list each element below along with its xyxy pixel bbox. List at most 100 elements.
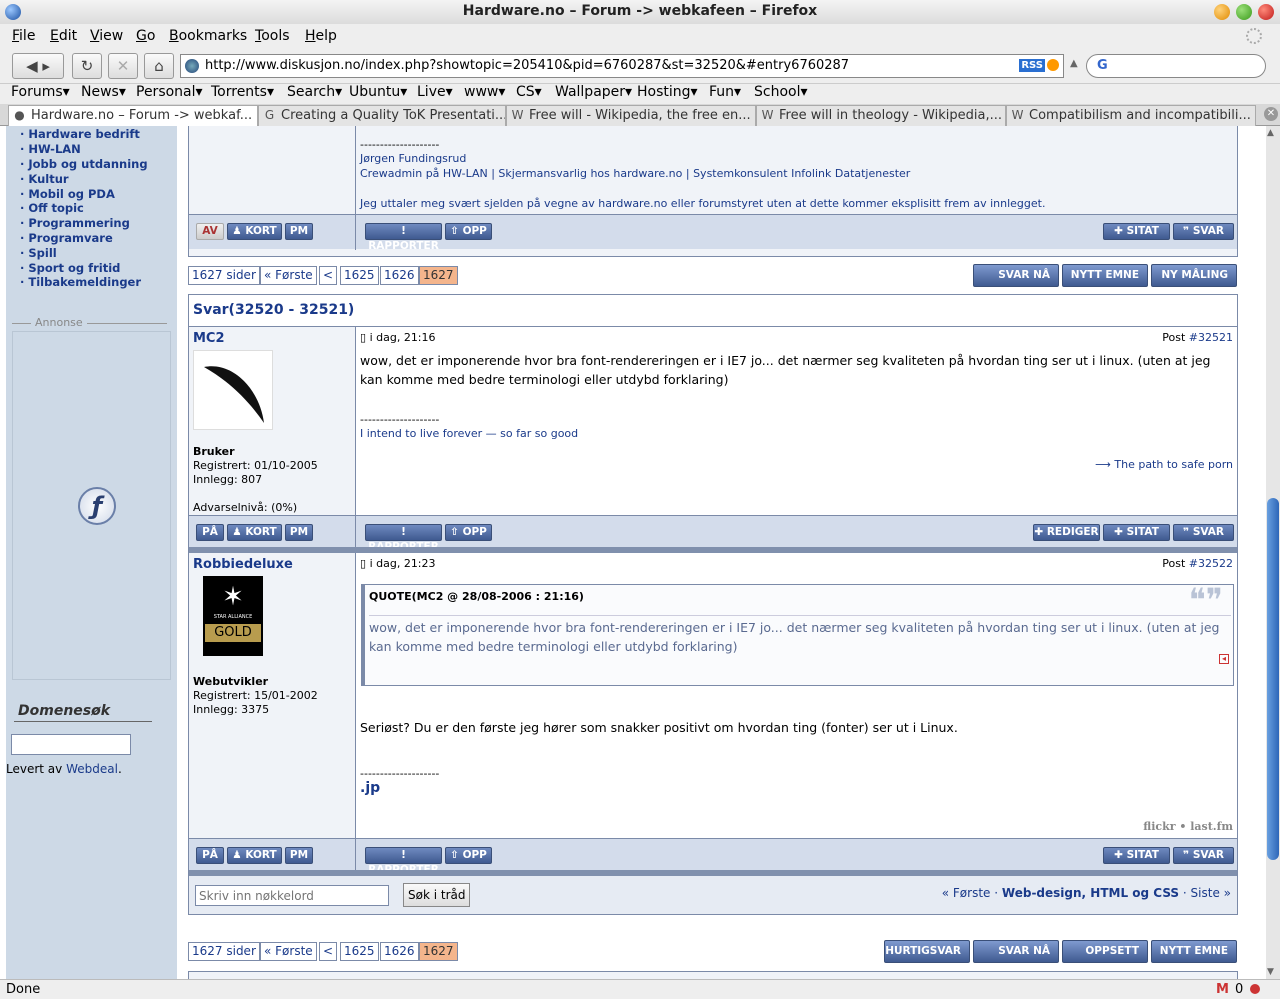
bookmark-school[interactable]: School▾ bbox=[754, 84, 808, 100]
profile-card-button[interactable]: ♟ KORT bbox=[227, 847, 282, 864]
post1-author[interactable]: MC2 bbox=[193, 331, 225, 346]
reload-button[interactable]: ↻ bbox=[72, 53, 102, 79]
sidebar-item-off-topic[interactable]: · Off topic bbox=[20, 201, 84, 215]
new-poll-button[interactable]: NY MÅLING bbox=[1151, 264, 1237, 287]
pager-prev[interactable]: < bbox=[319, 266, 338, 285]
gmail-icon[interactable]: M bbox=[1216, 980, 1229, 999]
post2-flickr-lastfm[interactable]: flickr • last.fm bbox=[1143, 820, 1233, 833]
minimize-button[interactable] bbox=[1214, 4, 1230, 20]
reply-button[interactable]: ❞ SVAR bbox=[1173, 524, 1234, 541]
pager-1626[interactable]: 1626 bbox=[380, 942, 419, 961]
sidebar-item-hardware-bedrift[interactable]: · Hardware bedrift bbox=[20, 127, 140, 141]
bookmark-live[interactable]: Live▾ bbox=[417, 84, 453, 100]
sidebar-item-kultur[interactable]: · Kultur bbox=[20, 172, 69, 186]
pm-button[interactable]: PM bbox=[285, 524, 313, 541]
bookmark-personal[interactable]: Personal▾ bbox=[136, 84, 203, 100]
post2-signature[interactable]: .jp bbox=[360, 780, 380, 796]
pager-1626[interactable]: 1626 bbox=[380, 266, 419, 285]
menu-go[interactable]: Go bbox=[136, 28, 155, 44]
scroll-thumb[interactable] bbox=[1267, 498, 1279, 860]
quote-button[interactable]: ✚ SITAT bbox=[1103, 524, 1170, 541]
menu-edit[interactable]: Edit bbox=[50, 28, 77, 44]
pager-first[interactable]: « Første bbox=[260, 266, 317, 285]
menu-view[interactable]: View bbox=[90, 28, 123, 44]
post1-link[interactable]: ⟶ The path to safe porn bbox=[1095, 458, 1233, 471]
pager-1625[interactable]: 1625 bbox=[340, 942, 379, 961]
profile-card-button[interactable]: ♟ KORT bbox=[227, 524, 282, 541]
post1-permalink[interactable]: #32521 bbox=[1189, 331, 1233, 344]
page-scrollbar[interactable]: ▲ ▼ bbox=[1266, 126, 1280, 979]
reply-now-button[interactable]: SVAR NÅ bbox=[973, 940, 1059, 963]
sidebar-item-programmering[interactable]: · Programmering bbox=[20, 216, 130, 230]
reply-button[interactable]: ❞ SVAR bbox=[1173, 847, 1234, 864]
pager-1625[interactable]: 1625 bbox=[340, 266, 379, 285]
forum-link[interactable]: Web-design, HTML og CSS bbox=[1002, 886, 1179, 900]
sidebar-item-sport[interactable]: · Sport og fritid bbox=[20, 261, 120, 275]
search-input[interactable]: G bbox=[1086, 54, 1266, 78]
bookmark-cs[interactable]: CS▾ bbox=[516, 84, 542, 100]
menu-help[interactable]: Help bbox=[305, 28, 337, 44]
nav-first-link[interactable]: « Første bbox=[942, 886, 991, 900]
scroll-up-icon[interactable]: ▲ bbox=[1267, 128, 1274, 138]
edit-button[interactable]: ✚ REDIGER bbox=[1033, 524, 1100, 541]
menu-file[interactable]: File bbox=[12, 28, 35, 44]
bookmark-wallpaper[interactable]: Wallpaper▾ bbox=[555, 84, 632, 100]
bookmark-news[interactable]: News▾ bbox=[81, 84, 126, 100]
new-topic-button[interactable]: NYTT EMNE bbox=[1151, 940, 1237, 963]
sidebar-item-hw-lan[interactable]: · HW-LAN bbox=[20, 142, 81, 156]
quote-button[interactable]: ✚ SITAT bbox=[1103, 847, 1170, 864]
bookmark-ubuntu[interactable]: Ubuntu▾ bbox=[349, 84, 407, 100]
bookmark-fun[interactable]: Fun▾ bbox=[709, 84, 741, 100]
post2-author[interactable]: Robbiedeluxe bbox=[193, 557, 293, 572]
report-button[interactable]: ! RAPPORTER bbox=[365, 847, 442, 876]
bookmark-forums[interactable]: Forums▾ bbox=[11, 84, 70, 100]
top-button[interactable]: ⇧ OPP bbox=[445, 524, 492, 541]
report-button[interactable]: ! RAPPORTER bbox=[365, 524, 442, 553]
close-tab-icon[interactable]: ✕ bbox=[1264, 107, 1278, 121]
sidebar-item-mobil[interactable]: · Mobil og PDA bbox=[20, 187, 115, 201]
post2-permalink[interactable]: #32522 bbox=[1189, 557, 1233, 570]
tab-free-will[interactable]: W Free will - Wikipedia, the free en... bbox=[506, 105, 756, 126]
reply-button[interactable]: ❞ SVAR bbox=[1173, 223, 1234, 240]
quick-reply-button[interactable]: HURTIGSVAR bbox=[884, 940, 970, 963]
quote-source-icon[interactable]: ◂ bbox=[1219, 654, 1229, 664]
sidebar-item-programvare[interactable]: · Programvare bbox=[20, 231, 113, 245]
thread-search-button[interactable]: Søk i tråd bbox=[403, 883, 471, 907]
webdeal-link[interactable]: Webdeal bbox=[66, 762, 118, 776]
sidebar-item-jobb[interactable]: · Jobb og utdanning bbox=[20, 157, 148, 171]
pm-button[interactable]: PM bbox=[285, 847, 313, 864]
pager-prev[interactable]: < bbox=[319, 942, 338, 961]
stop-button[interactable]: ✕ bbox=[108, 53, 138, 79]
report-button[interactable]: ! RAPPORTER bbox=[365, 223, 442, 252]
url-field[interactable]: http://www.diskusjon.no/index.php?showto… bbox=[180, 54, 1064, 78]
settings-button[interactable]: OPPSETT bbox=[1062, 940, 1148, 963]
menu-tools[interactable]: Tools bbox=[255, 28, 290, 44]
quote-button[interactable]: ✚ SITAT bbox=[1103, 223, 1170, 240]
tab-free-will-theology[interactable]: W Free will in theology - Wikipedia,... bbox=[756, 105, 1006, 126]
sidebar-item-tilbakemeldinger[interactable]: · Tilbakemeldinger bbox=[20, 275, 141, 289]
thread-search-input[interactable] bbox=[195, 885, 389, 906]
top-button[interactable]: ⇧ OPP bbox=[445, 847, 492, 864]
bookmark-hosting[interactable]: Hosting▾ bbox=[637, 84, 698, 100]
nav-last-link[interactable]: Siste » bbox=[1191, 886, 1231, 900]
tab-compatibilism[interactable]: W Compatibilism and incompatibili... bbox=[1006, 105, 1256, 126]
back-button[interactable]: ◀ ▸ bbox=[12, 53, 64, 79]
flash-plugin-icon[interactable]: ƒ bbox=[78, 487, 116, 525]
tab-hardware-forum[interactable]: ● Hardware.no – Forum -> webkaf... bbox=[8, 105, 258, 126]
notifier-icon[interactable] bbox=[1250, 984, 1260, 994]
bookmark-www[interactable]: www▾ bbox=[464, 84, 505, 100]
pager-first[interactable]: « Første bbox=[260, 942, 317, 961]
new-topic-button[interactable]: NYTT EMNE bbox=[1062, 264, 1148, 287]
tab-tok-presentation[interactable]: G Creating a Quality ToK Presentati... bbox=[258, 105, 506, 126]
profile-card-button[interactable]: ♟ KORT bbox=[227, 223, 282, 240]
domain-search-input[interactable] bbox=[11, 734, 131, 755]
close-button[interactable] bbox=[1258, 4, 1274, 20]
feed-icon[interactable] bbox=[1047, 59, 1059, 71]
sidebar-item-spill[interactable]: · Spill bbox=[20, 246, 57, 260]
home-button[interactable]: ⌂ bbox=[144, 53, 174, 79]
reply-now-button[interactable]: SVAR NÅ bbox=[973, 264, 1059, 287]
maximize-button[interactable] bbox=[1236, 4, 1252, 20]
bookmark-search[interactable]: Search▾ bbox=[287, 84, 342, 100]
pm-button[interactable]: PM bbox=[285, 223, 313, 240]
bookmark-torrents[interactable]: Torrents▾ bbox=[211, 84, 274, 100]
